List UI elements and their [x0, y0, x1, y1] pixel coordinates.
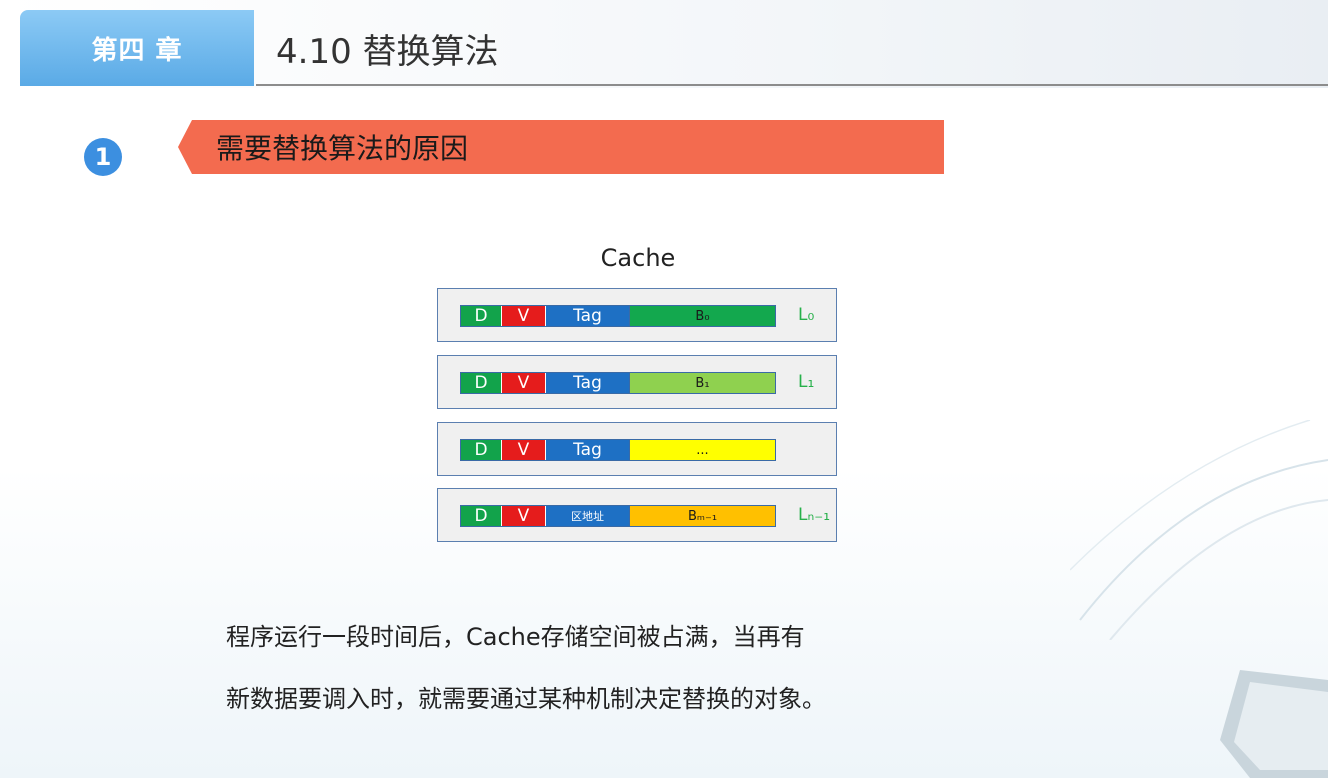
cache-line-fields: D V Tag B₁ — [460, 372, 776, 394]
tag-field: Tag — [545, 440, 629, 460]
cache-line-fields: D V Tag ... — [460, 439, 776, 461]
valid-bit-field: V — [501, 373, 545, 393]
cache-line-row: D V Tag ... — [437, 422, 837, 476]
body-paragraph-line: 程序运行一段时间后，Cache存储空间被占满，当再有 — [226, 622, 805, 651]
cache-line-row: D V Tag B₁ L₁ — [437, 355, 837, 409]
topic-title: 需要替换算法的原因 — [216, 132, 469, 165]
block-field: B₀ — [629, 306, 775, 326]
line-label: Lₙ₋₁ — [798, 505, 831, 525]
tag-field: Tag — [545, 373, 629, 393]
dirty-bit-field: D — [461, 506, 501, 526]
dirty-bit-field: D — [461, 306, 501, 326]
cache-line-row: D V 区地址 Bₘ₋₁ Lₙ₋₁ — [437, 488, 837, 542]
valid-bit-field: V — [501, 440, 545, 460]
cache-line-fields: D V Tag B₀ — [460, 305, 776, 327]
binary-decoration — [1070, 420, 1328, 640]
laptop-decoration — [1220, 670, 1328, 778]
cache-diagram-title: Cache — [600, 244, 676, 272]
tag-field: Tag — [545, 306, 629, 326]
dirty-bit-field: D — [461, 373, 501, 393]
dirty-bit-field: D — [461, 440, 501, 460]
chapter-tab: 第四 章 — [20, 10, 254, 86]
block-field: B₁ — [629, 373, 775, 393]
zone-address-field: 区地址 — [545, 506, 629, 526]
block-field: ... — [629, 440, 775, 460]
valid-bit-field: V — [501, 506, 545, 526]
line-label: L₀ — [798, 305, 815, 325]
block-field: Bₘ₋₁ — [629, 506, 775, 526]
topic-banner: 需要替换算法的原因 — [178, 120, 944, 174]
cache-line-row: D V Tag B₀ L₀ — [437, 288, 837, 342]
body-paragraph-line: 新数据要调入时，就需要通过某种机制决定替换的对象。 — [226, 684, 826, 713]
page-title: 4.10 替换算法 — [276, 31, 499, 72]
chapter-label: 第四 章 — [91, 35, 183, 66]
line-label: L₁ — [798, 372, 815, 392]
header-divider — [256, 84, 1328, 86]
topic-number-badge: 1 — [84, 138, 122, 176]
cache-line-fields: D V 区地址 Bₘ₋₁ — [460, 505, 776, 527]
valid-bit-field: V — [501, 306, 545, 326]
